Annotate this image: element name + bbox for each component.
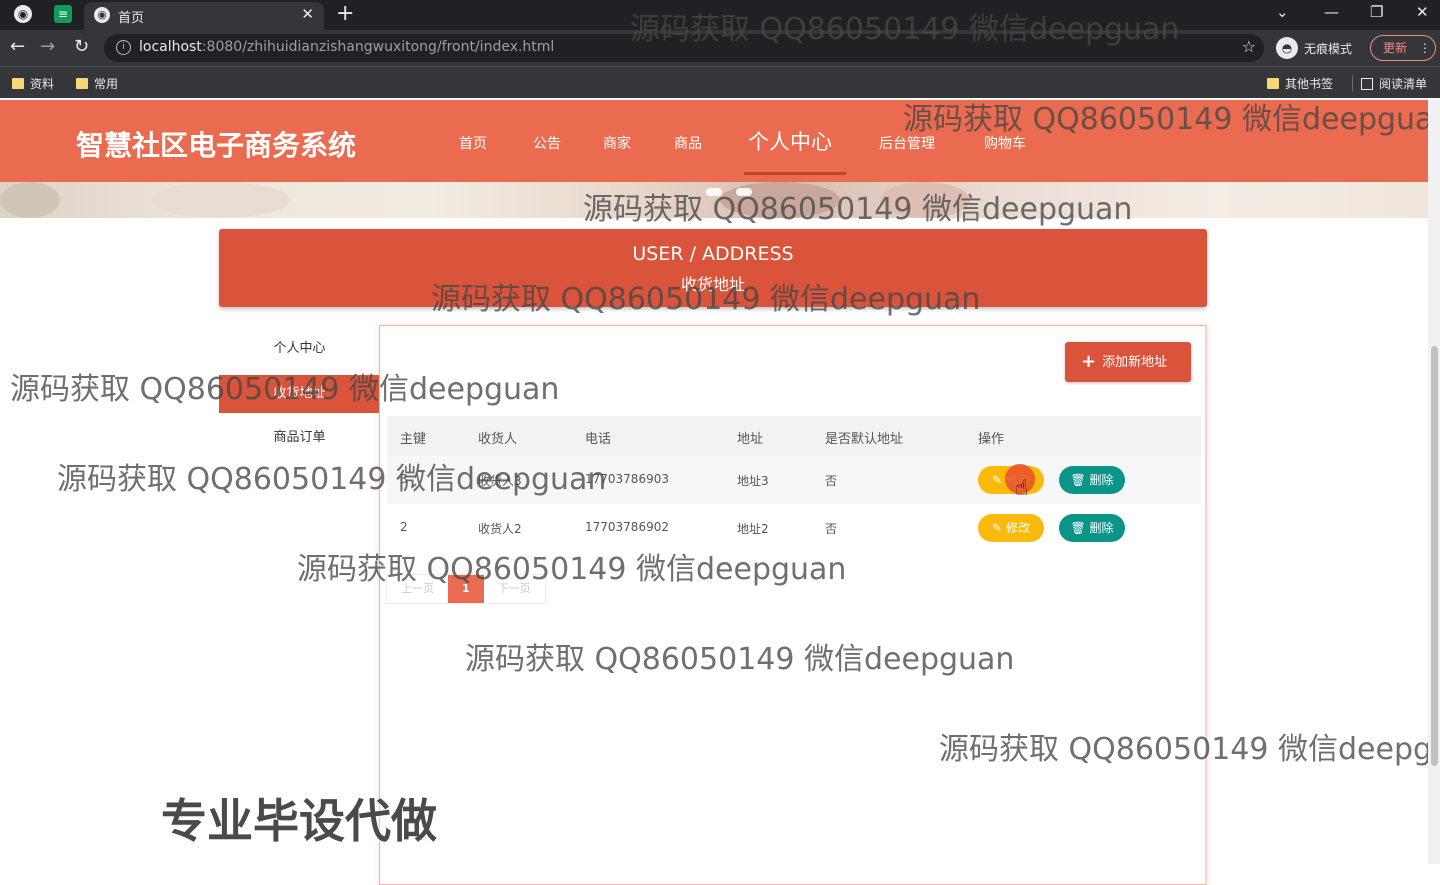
- page-scrollbar[interactable]: [1428, 100, 1440, 864]
- nav-product[interactable]: 商品: [674, 133, 702, 153]
- page-title-en: USER / ADDRESS: [632, 243, 794, 265]
- site-globe-icon[interactable]: ◉: [14, 5, 32, 23]
- pencil-icon: ✎: [992, 521, 1003, 535]
- incognito-indicator[interactable]: ◓ 无痕模式: [1276, 36, 1352, 60]
- page-number-current[interactable]: 1: [448, 575, 484, 603]
- browser-tab-strip: ◉ ≡ ◉ 首页 ✕ + ⌄ — ❐ ✕: [0, 0, 1440, 30]
- column-header-receiver: 收货人: [478, 432, 518, 447]
- reload-icon[interactable]: ↻: [74, 37, 89, 57]
- nav-cart[interactable]: 购物车: [984, 133, 1026, 153]
- next-page-button[interactable]: 下一页: [484, 575, 545, 603]
- banner-image: [0, 182, 1428, 218]
- bookmark-folder-changyong[interactable]: 常用: [76, 75, 118, 92]
- bookmark-folder-ziliao[interactable]: 资料: [12, 75, 54, 92]
- tab-search-icon[interactable]: ⌄: [1276, 3, 1289, 21]
- table-header: 主键 收货人 电话 地址 是否默认地址 操作: [387, 416, 1201, 456]
- forward-icon[interactable]: →: [40, 37, 55, 57]
- add-address-button[interactable]: + 添加新地址: [1065, 342, 1191, 382]
- scrollbar-thumb[interactable]: [1431, 346, 1438, 766]
- site-logo[interactable]: 智慧社区电子商务系统: [76, 124, 356, 164]
- url-text[interactable]: localhost:8080/zhihuidianzishangwuxitong…: [139, 39, 554, 55]
- incognito-label: 无痕模式: [1304, 41, 1353, 56]
- cell-receiver: 收货人2: [478, 522, 522, 536]
- cell-receiver: 收货人3: [478, 474, 522, 488]
- back-icon[interactable]: ←: [10, 37, 25, 57]
- address-bar[interactable]: i localhost:8080/zhihuidianzishangwuxito…: [104, 34, 1264, 62]
- bookmark-divider: [1352, 75, 1353, 91]
- cell-default: 否: [825, 522, 838, 536]
- site-info-icon[interactable]: i: [116, 40, 131, 55]
- column-header-default: 是否默认地址: [825, 432, 904, 447]
- banner-flower: [150, 182, 290, 218]
- globe-icon: ◉: [94, 7, 110, 23]
- column-header-phone: 电话: [585, 432, 612, 447]
- edit-button[interactable]: ✎ 修改: [978, 514, 1044, 542]
- close-window-icon[interactable]: ✕: [1416, 3, 1429, 21]
- address-panel: [379, 325, 1207, 885]
- reading-list-icon: [1361, 77, 1373, 90]
- banner-flower: [0, 182, 60, 218]
- carousel-dot[interactable]: [736, 188, 752, 196]
- tab-title: 首页: [118, 11, 145, 26]
- tab-home[interactable]: ◉ 首页 ✕: [84, 2, 324, 30]
- nav-merchant[interactable]: 商家: [603, 133, 631, 153]
- delete-button[interactable]: 🗑 删除: [1059, 466, 1125, 494]
- prev-page-button[interactable]: 上一页: [387, 575, 448, 603]
- trash-icon: 🗑: [1070, 521, 1086, 535]
- nav-notice[interactable]: 公告: [533, 133, 561, 153]
- carousel-dot[interactable]: [706, 188, 722, 196]
- cell-address: 地址3: [737, 474, 769, 488]
- nav-active-indicator: [744, 172, 846, 175]
- new-tab-icon[interactable]: +: [336, 1, 354, 26]
- hand-cursor-icon: ☝: [1015, 476, 1029, 501]
- minimize-icon[interactable]: —: [1324, 3, 1339, 21]
- cell-default: 否: [825, 474, 838, 488]
- site-header: 智慧社区电子商务系统 首页 公告 商家 商品 个人中心 后台管理 购物车: [0, 100, 1428, 182]
- pagination: 上一页 1 下一页: [386, 574, 546, 604]
- folder-icon: [1267, 78, 1279, 89]
- other-bookmarks[interactable]: 其他书签: [1267, 75, 1333, 92]
- promo-caption: 专业毕设代做: [161, 794, 437, 848]
- bookmark-star-icon[interactable]: ☆: [1242, 37, 1256, 56]
- cell-phone: 17703786902: [585, 520, 669, 534]
- close-tab-icon[interactable]: ✕: [301, 5, 314, 23]
- sidebar-item-user-center[interactable]: 个人中心: [219, 330, 380, 368]
- browser-toolbar: ← → ↻ i localhost:8080/zhihuidianzishang…: [0, 30, 1440, 66]
- page-title-cn: 收货地址: [680, 275, 745, 294]
- column-header-id: 主键: [400, 432, 427, 447]
- page-title-bar: USER / ADDRESS 收货地址: [219, 229, 1207, 307]
- cell-phone: 17703786903: [585, 472, 669, 486]
- sheets-app-icon[interactable]: ≡: [54, 5, 72, 23]
- update-button[interactable]: 更新 ⋮: [1370, 35, 1436, 61]
- table-row: 2 收货人2 17703786902 地址2 否 ✎ 修改 🗑 删除: [387, 504, 1201, 552]
- column-header-address: 地址: [737, 432, 764, 447]
- plus-icon: +: [1081, 351, 1097, 372]
- table-row: 3 收货人3 17703786903 地址3 否 ✎ 修改 🗑 删除: [387, 456, 1201, 504]
- sidebar-item-orders[interactable]: 商品订单: [219, 419, 380, 457]
- reading-list[interactable]: 阅读清单: [1361, 75, 1427, 92]
- folder-icon: [12, 78, 24, 89]
- incognito-icon: ◓: [1276, 37, 1298, 59]
- cell-id: 3: [400, 472, 408, 486]
- restore-icon[interactable]: ❐: [1370, 3, 1383, 21]
- bookmarks-bar: 资料 常用 其他书签 阅读清单: [0, 66, 1440, 98]
- cell-id: 2: [400, 520, 408, 534]
- folder-icon: [76, 78, 88, 89]
- cell-address: 地址2: [737, 522, 769, 536]
- trash-icon: 🗑: [1070, 473, 1086, 487]
- column-header-actions: 操作: [978, 432, 1005, 447]
- nav-home[interactable]: 首页: [459, 133, 487, 153]
- sidebar-item-address[interactable]: 收货地址: [219, 375, 380, 413]
- delete-button[interactable]: 🗑 删除: [1059, 514, 1125, 542]
- pencil-icon: ✎: [992, 473, 1003, 487]
- nav-admin[interactable]: 后台管理: [879, 133, 935, 153]
- banner-flower: [880, 182, 970, 218]
- nav-user-center[interactable]: 个人中心: [748, 126, 832, 156]
